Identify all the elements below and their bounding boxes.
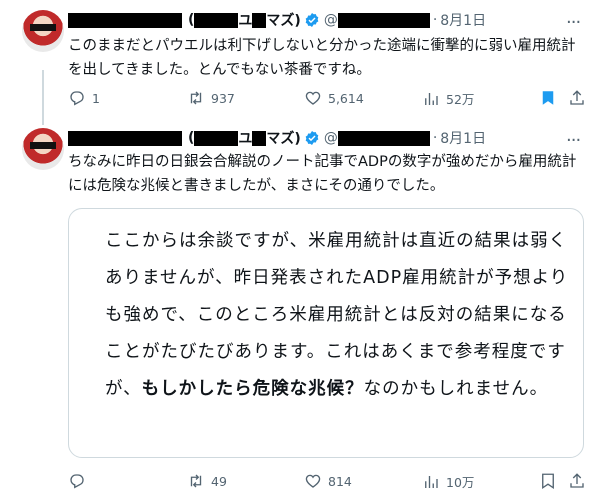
redacted-name (252, 130, 267, 146)
redaction-bar (30, 24, 56, 31)
quote-text-before: ここからは余談ですが、米雇用統計は直近の結果は弱くありませんが、昨日発表されたA… (105, 231, 569, 399)
views-count: 52万 (446, 92, 475, 107)
quoted-text-card[interactable]: ここからは余談ですが、米雇用統計は直近の結果は弱くありませんが、昨日発表されたA… (68, 208, 584, 458)
tweet-text: ちなみに昨日の日銀会合解説のノート記事でADPの数字が強めだから雇用統計には危険… (68, 154, 577, 194)
heart-icon (305, 91, 321, 105)
views-count: 10万 (446, 475, 475, 490)
action-bar: 1 937 5,614 52万 (68, 89, 588, 109)
thread-connector (42, 70, 44, 125)
more-icon[interactable]: ··· (566, 14, 581, 32)
heart-icon (305, 474, 321, 488)
redaction-bar (30, 142, 56, 149)
share-icon (570, 473, 584, 488)
reply-count: 1 (92, 90, 100, 106)
views-button[interactable]: 10万 (422, 472, 474, 491)
views-icon (425, 475, 438, 488)
bookmark-button[interactable] (539, 89, 563, 107)
redacted-name (194, 12, 239, 28)
action-bar: 49 814 10万 (68, 472, 588, 492)
redacted-name (194, 130, 239, 146)
retweet-count: 49 (211, 473, 227, 489)
quote-text-after: なのかもしれません。 (363, 379, 549, 399)
reply-button[interactable] (68, 472, 92, 490)
reply-icon (70, 474, 84, 489)
name-close: マズ) (266, 13, 301, 29)
bookmark-button[interactable] (539, 472, 563, 490)
views-icon (425, 92, 438, 105)
tweet-date[interactable]: 8月1日 (440, 10, 486, 30)
views-button[interactable]: 52万 (422, 89, 474, 108)
separator-dot: · (432, 12, 438, 28)
handle-prefix: @ (323, 12, 338, 28)
redacted-handle (337, 130, 430, 146)
tweet-text: このままだとパウエルは利下げしないと分かった途端に衝撃的に弱い雇用統計を出してき… (68, 38, 576, 78)
handle-prefix: @ (323, 130, 338, 146)
like-button[interactable]: 814 (304, 472, 352, 490)
redacted-name (68, 130, 182, 146)
reply-button[interactable]: 1 (68, 89, 100, 107)
like-button[interactable]: 5,614 (304, 89, 364, 107)
bookmark-icon (542, 91, 554, 105)
name-close: マズ) (266, 131, 301, 147)
bookmark-icon (542, 473, 554, 490)
share-button[interactable] (568, 472, 592, 490)
quote-text: ここからは余談ですが、米雇用統計は直近の結果は弱くありませんが、昨日発表されたA… (105, 223, 575, 408)
verified-icon (305, 131, 319, 145)
tweet-date[interactable]: 8月1日 (440, 128, 486, 148)
name-fragment: ユ (238, 131, 253, 147)
separator-dot: · (432, 130, 438, 146)
share-button[interactable] (568, 89, 592, 107)
redacted-name (252, 12, 267, 28)
retweet-button[interactable]: 49 (187, 472, 227, 490)
redacted-name (68, 12, 182, 28)
retweet-icon (190, 91, 202, 105)
quote-text-bold: もしかしたら危険な兆候？ (141, 379, 364, 399)
retweet-icon (190, 474, 202, 488)
retweet-count: 937 (211, 90, 235, 106)
tweet-header: ( ユ マズ) @ · 8月1日 (68, 128, 486, 148)
reply-icon (70, 91, 84, 106)
avatar[interactable] (22, 10, 64, 52)
avatar[interactable] (22, 128, 64, 170)
like-count: 814 (328, 473, 352, 489)
redacted-handle (337, 12, 430, 28)
share-icon (570, 90, 584, 105)
retweet-button[interactable]: 937 (187, 89, 235, 107)
more-icon[interactable]: ··· (566, 132, 581, 150)
verified-icon (305, 13, 319, 27)
name-fragment: ユ (238, 13, 253, 29)
tweet-header: ( ユ マズ) @ · 8月1日 (68, 10, 486, 30)
like-count: 5,614 (328, 90, 364, 106)
